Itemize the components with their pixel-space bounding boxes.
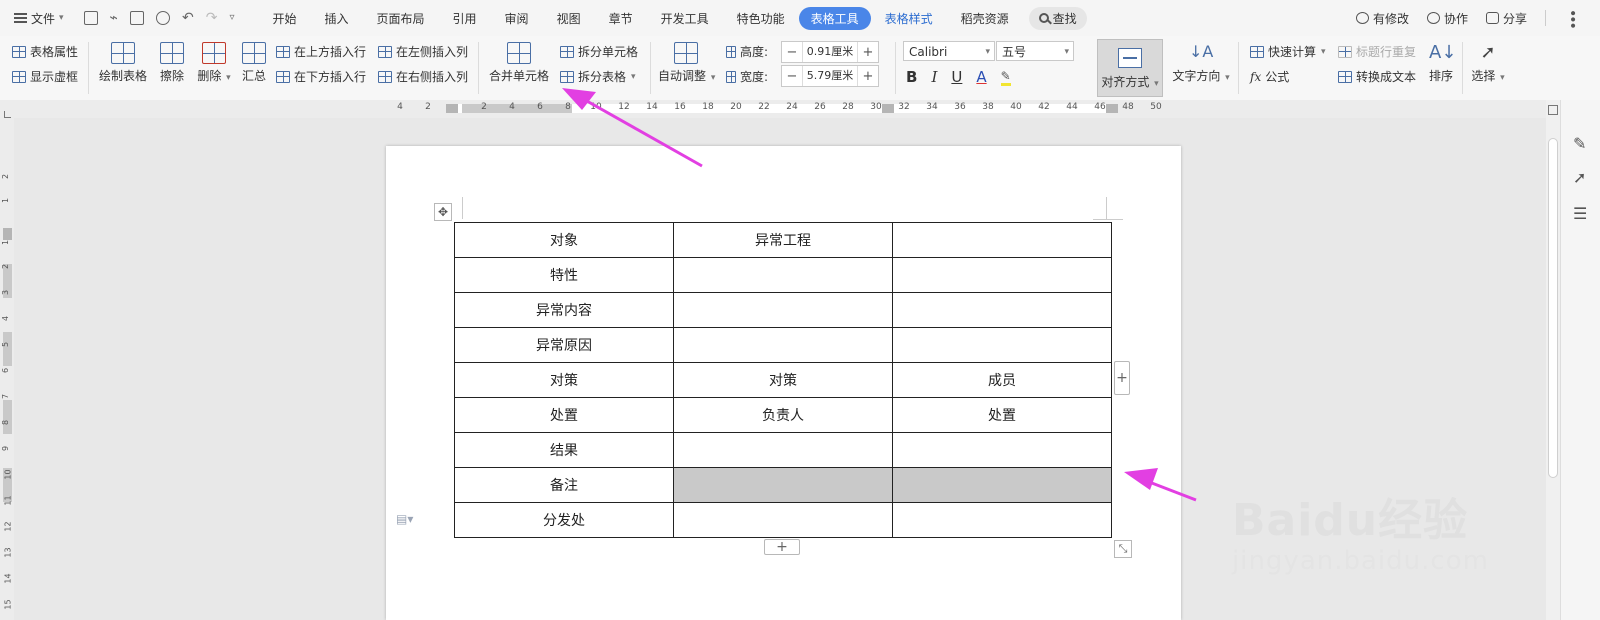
watermark-url: jingyan.baidu.com (1232, 546, 1489, 576)
arrow-to-merge-button (562, 88, 703, 168)
arrow-to-selected-row (1124, 468, 1197, 502)
watermark-logo: Baidu经验 (1232, 495, 1469, 546)
